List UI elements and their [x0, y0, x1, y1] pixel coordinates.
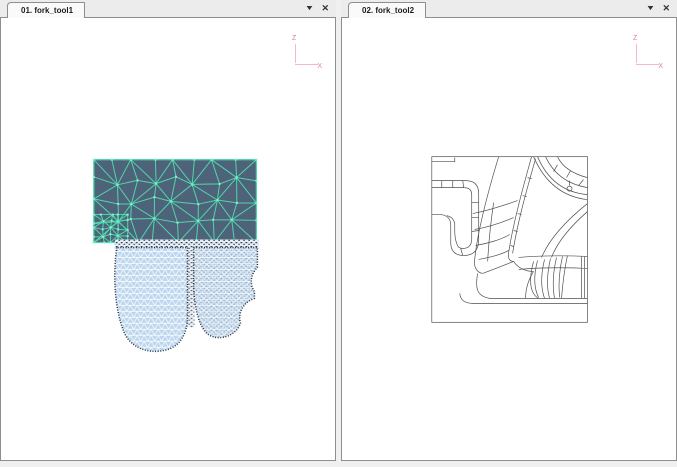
close-icon[interactable]: ✕	[662, 4, 670, 13]
axis-z-label: Z	[292, 35, 296, 42]
tab-actions-2: ▼ ✕	[647, 0, 670, 17]
axis-x-label: X	[658, 63, 663, 70]
viewport-fork-tool1[interactable]: Z X	[0, 17, 336, 461]
mesh-model	[93, 159, 259, 352]
tab-fork-tool2[interactable]: 02. fork_tool2	[348, 2, 426, 18]
tab-actions-1: ▼ ✕	[306, 0, 329, 17]
close-icon[interactable]: ✕	[321, 4, 329, 13]
tab-list-dropdown-icon[interactable]: ▼	[304, 5, 314, 12]
axis-x-line	[636, 64, 659, 65]
axis-z-label: Z	[633, 35, 637, 42]
viewport-workspace: 01. fork_tool1 ▼ ✕	[0, 0, 677, 461]
axis-triad: Z X	[291, 35, 319, 67]
tab-fork-tool1[interactable]: 01. fork_tool1	[7, 2, 85, 18]
panel-fork-tool2: 02. fork_tool2 ▼ ✕	[341, 0, 677, 461]
meshed-model-canvas	[1, 18, 335, 460]
tab-bar-1: 01. fork_tool1 ▼ ✕	[0, 0, 336, 17]
tab-list-dropdown-icon[interactable]: ▼	[645, 5, 655, 12]
axis-triad: Z X	[632, 35, 660, 67]
axis-x-label: X	[317, 63, 322, 70]
wireframe-model	[432, 157, 588, 323]
axis-z-line	[295, 44, 296, 63]
panel-fork-tool1: 01. fork_tool1 ▼ ✕	[0, 0, 336, 461]
axis-x-line	[295, 64, 318, 65]
viewport-fork-tool2[interactable]: Z X	[341, 17, 677, 461]
tab-bar-2: 02. fork_tool2 ▼ ✕	[341, 0, 677, 17]
axis-z-line	[636, 44, 637, 63]
wireframe-drawing-canvas	[342, 18, 676, 460]
